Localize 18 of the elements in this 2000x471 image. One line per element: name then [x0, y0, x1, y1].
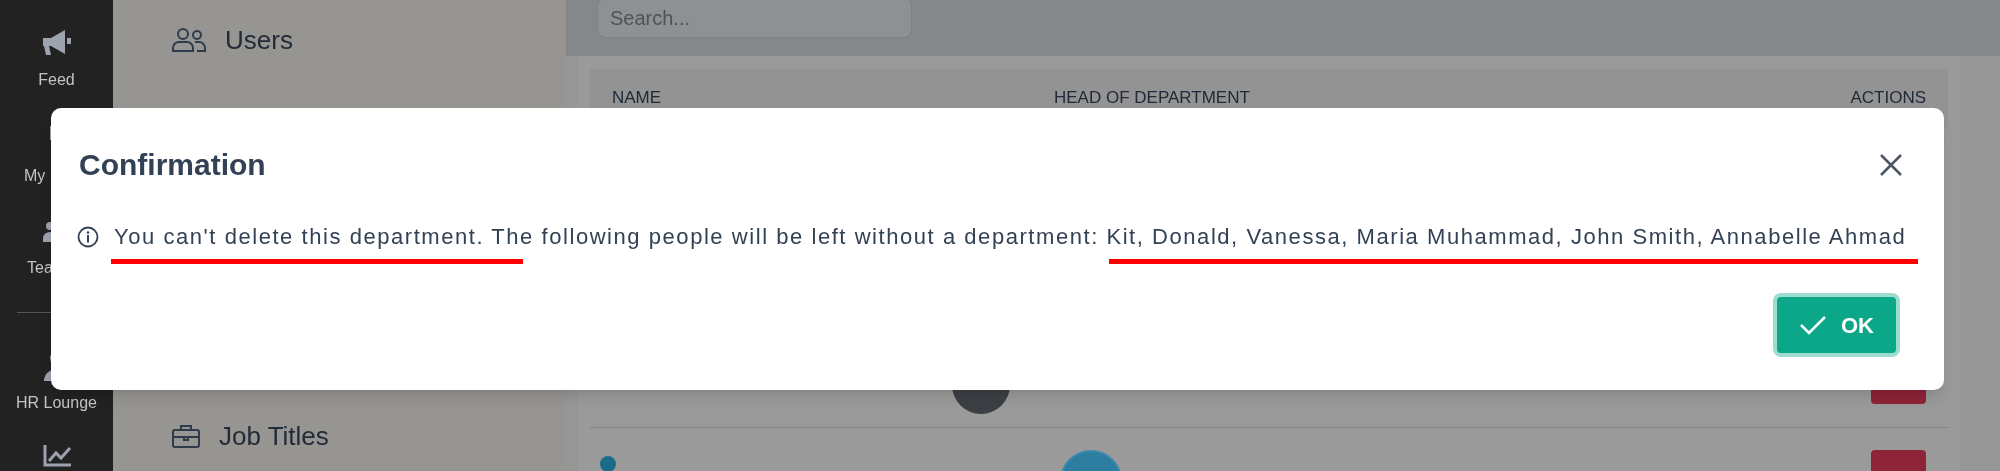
dialog-message: You can't delete this department. The following people will be left without a department: Kit, Donald, Vanessa, Maria Muhammad, John Smith, Annabelle Ahmad: [114, 223, 1907, 251]
briefcase-icon: [171, 423, 201, 449]
menu-item[interactable]: Users: [225, 20, 293, 60]
nav-label[interactable]: HR Lounge: [16, 391, 97, 415]
check-icon: [1799, 315, 1827, 335]
megaphone-icon: [40, 28, 73, 58]
users-icon: [171, 27, 207, 53]
column-header: ACTIONS: [1850, 87, 1926, 110]
column-header: HEAD OF DEPARTMENT: [1054, 87, 1251, 110]
chart-icon: [41, 445, 72, 467]
dialog-title: Confirmation: [79, 147, 266, 183]
nav-label[interactable]: My: [24, 164, 46, 188]
search-field[interactable]: Search...: [597, 0, 912, 38]
info-icon: [77, 225, 99, 248]
close-icon[interactable]: [1878, 151, 1904, 178]
column-header: NAME: [612, 87, 663, 110]
menu-item[interactable]: Job Titles: [219, 416, 329, 456]
nav-label[interactable]: Feed: [38, 68, 75, 92]
